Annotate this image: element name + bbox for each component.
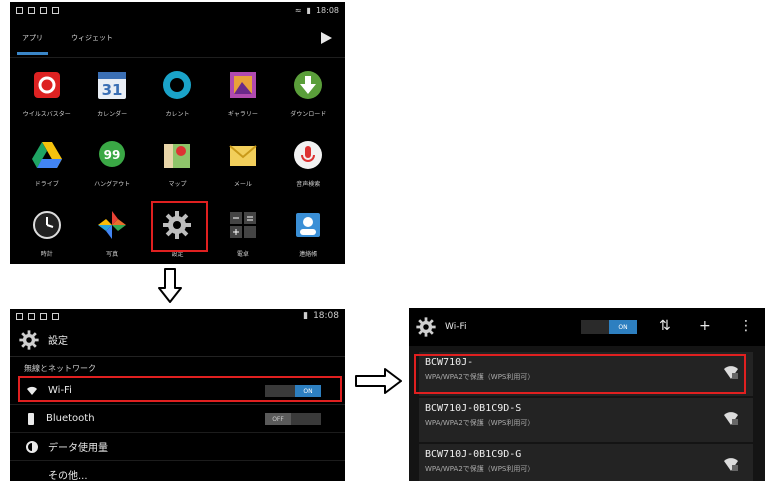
settings-row-bluetooth[interactable]: Bluetooth OFF	[10, 405, 345, 433]
overflow-menu-icon[interactable]: ⋮	[739, 318, 753, 334]
row-label: Bluetooth	[46, 413, 95, 424]
app-label: カレンダー	[97, 111, 128, 118]
current-icon	[160, 68, 194, 102]
voice-search-icon	[291, 138, 325, 172]
app-current[interactable]: カレント	[145, 66, 210, 136]
notification-icon	[16, 312, 23, 320]
tab-widgets[interactable]: ウィジェット	[71, 18, 113, 58]
page-title: 設定	[48, 336, 68, 347]
notification-icon	[28, 6, 35, 14]
download-icon	[291, 68, 325, 102]
settings-gear-icon[interactable]	[415, 316, 437, 338]
app-label: ウイルスバスター	[22, 111, 71, 118]
app-label: 音声検索	[296, 181, 321, 188]
app-contacts[interactable]: 連絡帳	[276, 206, 341, 264]
battery-icon: ▮	[306, 5, 311, 15]
right-arrow-icon	[355, 368, 402, 394]
down-arrow-icon	[158, 268, 182, 303]
app-gallery[interactable]: ギャラリー	[210, 66, 275, 136]
app-label: 電卓	[236, 251, 249, 258]
status-time: 18:08	[313, 311, 339, 321]
status-bar: ≈ ▮ 18:08	[10, 2, 345, 18]
tab-apps[interactable]: アプリ	[17, 18, 48, 58]
wifi-lock-signal-icon	[724, 412, 738, 425]
drive-icon	[30, 138, 64, 172]
bluetooth-toggle[interactable]: OFF	[265, 413, 321, 425]
status-time: 18:08	[315, 5, 339, 15]
settings-header: 設定	[10, 323, 345, 357]
app-label: ドライブ	[34, 181, 59, 188]
maps-icon	[160, 138, 194, 172]
hangouts-icon: 99	[95, 138, 129, 172]
app-label: ハングアウト	[94, 181, 131, 188]
app-label: メール	[233, 181, 252, 188]
wifi-screen: Wi-Fi ON ⇅ + ⋮ BCW710J- WPA/WPA2で保護（WPS利…	[409, 308, 765, 481]
network-item[interactable]: BCW710J-0B1C9D-G WPA/WPA2で保護（WPS利用可）	[419, 444, 753, 481]
wifi-master-toggle[interactable]: ON	[581, 320, 637, 334]
app-voice-search[interactable]: 音声検索	[276, 136, 341, 206]
calendar-icon: 31	[95, 68, 129, 102]
add-network-icon[interactable]: +	[699, 318, 711, 334]
clock-icon	[30, 208, 64, 242]
wifi-lock-signal-icon	[724, 458, 738, 471]
gallery-icon	[226, 68, 260, 102]
app-calendar[interactable]: 31 カレンダー	[79, 66, 144, 136]
hangouts-glyph: 99	[104, 148, 121, 162]
app-label: ダウンロード	[290, 111, 327, 118]
play-store-icon[interactable]	[319, 31, 333, 45]
toggle-state: ON	[609, 320, 637, 334]
app-label: ギャラリー	[227, 111, 258, 118]
section-header: 無線とネットワーク	[18, 357, 337, 377]
app-label: マップ	[168, 181, 187, 188]
app-photos[interactable]: 写真	[79, 206, 144, 264]
network-item[interactable]: BCW710J-0B1C9D-S WPA/WPA2で保護（WPS利用可）	[419, 398, 753, 442]
virus-buster-icon	[30, 68, 64, 102]
page-title: Wi-Fi	[445, 322, 467, 332]
contacts-icon	[291, 208, 325, 242]
wps-push-icon[interactable]: ⇅	[659, 318, 671, 334]
settings-row-data-usage[interactable]: データ使用量	[10, 433, 345, 461]
app-maps[interactable]: マップ	[145, 136, 210, 206]
app-clock[interactable]: 時計	[14, 206, 79, 264]
battery-icon: ▮	[303, 311, 309, 321]
notification-icon	[40, 6, 47, 14]
bluetooth-icon	[28, 412, 34, 425]
app-drive[interactable]: ドライブ	[14, 136, 79, 206]
app-download[interactable]: ダウンロード	[276, 66, 341, 136]
app-virus-buster[interactable]: ウイルスバスター	[14, 66, 79, 136]
settings-row-more[interactable]: その他...	[10, 461, 345, 481]
notification-icon	[28, 312, 35, 320]
settings-gear-icon	[19, 329, 39, 350]
app-mail[interactable]: メール	[210, 136, 275, 206]
app-label: 連絡帳	[299, 251, 318, 258]
wifi-header: Wi-Fi ON ⇅ + ⋮	[409, 308, 765, 346]
network-status: WPA/WPA2で保護（WPS利用可）	[425, 419, 535, 427]
calculator-icon	[226, 208, 260, 242]
row-label: データ使用量	[48, 443, 108, 454]
app-label: 時計	[40, 251, 53, 258]
data-usage-icon	[26, 440, 38, 453]
calendar-glyph: 31	[102, 81, 123, 99]
app-label: 写真	[106, 251, 119, 258]
app-calculator[interactable]: 電卓	[210, 206, 275, 264]
notification-icon	[52, 312, 59, 320]
app-label: カレント	[165, 111, 190, 118]
mail-icon	[226, 138, 260, 172]
drawer-tabs: アプリ ウィジェット	[10, 18, 345, 58]
network-name: BCW710J-0B1C9D-S	[425, 403, 522, 414]
notification-icon	[16, 6, 23, 14]
photos-icon	[95, 208, 129, 242]
network-highlight	[414, 354, 746, 394]
wifi-status-icon: ≈	[294, 5, 302, 15]
settings-highlight	[151, 201, 208, 252]
row-label: その他...	[48, 471, 88, 481]
status-bar: ▮ 18:08	[10, 309, 345, 323]
toggle-state: OFF	[265, 413, 291, 425]
notification-icon	[40, 312, 47, 320]
notification-icon	[52, 6, 59, 14]
wifi-row-highlight	[18, 376, 342, 402]
network-name: BCW710J-0B1C9D-G	[425, 449, 522, 460]
app-hangouts[interactable]: 99 ハングアウト	[79, 136, 144, 206]
network-status: WPA/WPA2で保護（WPS利用可）	[425, 465, 535, 473]
